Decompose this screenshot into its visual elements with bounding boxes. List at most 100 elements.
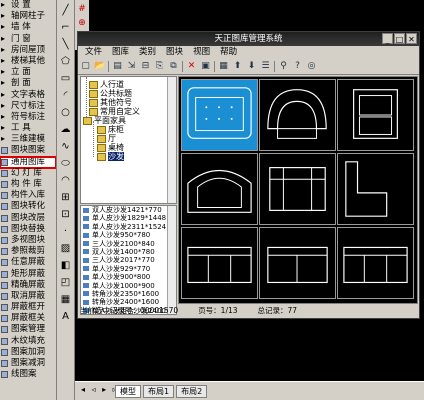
table-tool-icon[interactable]: ▦ (59, 293, 72, 306)
menu-item[interactable]: 任意屏蔽 (0, 257, 56, 268)
tree-node[interactable]: 床柜 (97, 125, 124, 134)
menu-item[interactable]: 屏蔽框开 (0, 302, 56, 313)
menu-view[interactable]: 视图 (188, 46, 215, 59)
spline-tool-icon[interactable]: ∿ (59, 140, 72, 153)
list-item[interactable]: 单人沙发1000*900 (81, 282, 176, 290)
add-category-icon[interactable]: ▤ (112, 61, 123, 72)
menu-item[interactable]: 构件入库 (0, 190, 56, 201)
preview-cell[interactable] (259, 79, 336, 151)
list-item[interactable]: 单人沙发900*800 (81, 273, 176, 281)
gradient-tool-icon[interactable]: ◧ (59, 259, 72, 272)
preview-cell[interactable] (259, 153, 336, 225)
list-item[interactable]: 单人皮沙发2311*1524 (81, 223, 176, 231)
menu-file[interactable]: 文件 (80, 46, 107, 59)
ellipse-arc-icon[interactable]: ◠ (59, 174, 72, 187)
tree-node[interactable]: 桌椅 (97, 143, 124, 152)
tree-node[interactable]: 平面家具 (83, 116, 126, 125)
point-tool-icon[interactable]: · (59, 225, 72, 238)
sort-up-icon[interactable]: ⬆ (232, 61, 243, 72)
rectangle-tool-icon[interactable]: ▭ (59, 72, 72, 85)
dialog-title-bar[interactable]: 天正图库管理系统 _ □ ✕ (78, 32, 419, 46)
menu-item[interactable]: 幻 灯 库 (0, 168, 56, 179)
menu-item[interactable]: 木纹填充 (0, 336, 56, 347)
menu-item[interactable]: 工 具 (0, 122, 56, 134)
menu-item[interactable]: 参照裁剪 (0, 246, 56, 257)
menu-item[interactable]: 轴网柱子 (0, 10, 56, 22)
list-item[interactable]: 三人沙发2100*840 (81, 240, 176, 248)
menu-item[interactable]: 精确屏蔽 (0, 280, 56, 291)
close-button[interactable]: ✕ (406, 33, 417, 44)
menu-item[interactable]: 线图案 (0, 369, 56, 380)
tab-layout2[interactable]: 布局2 (176, 385, 208, 398)
list-view-icon[interactable]: ☰ (260, 61, 271, 72)
menu-item[interactable]: 墙 体 (0, 21, 56, 33)
tree-node[interactable]: 厅 (97, 134, 116, 143)
import-icon[interactable]: ⇲ (126, 61, 137, 72)
tree-node[interactable]: 人行道 (89, 80, 124, 89)
preview-cell[interactable] (337, 79, 414, 151)
copy-icon[interactable]: ⎘ (154, 61, 165, 72)
preview-cell[interactable] (259, 227, 336, 299)
preview-cell[interactable] (337, 153, 414, 225)
polyline-tool-icon[interactable]: ⌐ (59, 21, 72, 34)
block-list[interactable]: 双人皮沙发1421*770 单人皮沙发1829*1448 单人皮沙发2311*152… (80, 205, 177, 315)
menu-item[interactable]: 立 面 (0, 66, 56, 78)
menu-help[interactable]: 帮助 (215, 46, 242, 59)
mtext-tool-icon[interactable]: A (59, 310, 72, 323)
menu-item[interactable]: 图块转化 (0, 201, 56, 212)
menu-category[interactable]: 类别 (134, 46, 161, 59)
list-item[interactable]: 单人沙发929*770 (81, 265, 176, 273)
menu-item[interactable]: 楼梯其他 (0, 55, 56, 67)
tab-model[interactable]: 模型 (115, 385, 141, 398)
region-tool-icon[interactable]: ◰ (59, 276, 72, 289)
open-folder-icon[interactable]: 📂 (94, 61, 105, 72)
preview-cell[interactable] (181, 153, 258, 225)
line-tool-icon[interactable]: ╱ (59, 4, 72, 17)
menu-item[interactable]: 房间屋顶 (0, 44, 56, 56)
preview-cell[interactable] (181, 79, 258, 151)
menu-item[interactable]: 图案减洞 (0, 358, 56, 369)
menu-block[interactable]: 图块 (161, 46, 188, 59)
tree-node[interactable]: 沙发 (97, 152, 124, 161)
arc-tool-icon[interactable]: ◜ (59, 89, 72, 102)
settings-icon[interactable]: ◎ (306, 61, 317, 72)
menu-item[interactable]: 图案管理 (0, 324, 56, 335)
menu-item[interactable]: 剖 面 (0, 77, 56, 89)
menu-item[interactable]: 图块图案 (0, 145, 56, 156)
menu-item[interactable]: 三维建模 (0, 133, 56, 145)
view-mode-icon[interactable]: ▦ (218, 61, 229, 72)
insert-block-icon[interactable]: ⊞ (59, 191, 72, 204)
menu-item[interactable]: 图块改层 (0, 213, 56, 224)
menu-item[interactable]: 构 件 库 (0, 179, 56, 190)
paste-icon[interactable]: ⧉ (168, 61, 179, 72)
menu-item[interactable]: 矩形屏蔽 (0, 269, 56, 280)
make-block-icon[interactable]: ⊡ (59, 208, 72, 221)
menu-item[interactable]: 图块替换 (0, 224, 56, 235)
list-item[interactable]: 单人皮沙发1829*1448 (81, 214, 176, 222)
hatch-tool-icon[interactable]: ▨ (59, 242, 72, 255)
construction-line-icon[interactable]: ╲ (59, 38, 72, 51)
circle-tool-icon[interactable]: ○ (59, 106, 72, 119)
list-item[interactable]: 三人沙发2017*770 (81, 256, 176, 264)
batch-icon[interactable]: ⊟ (140, 61, 151, 72)
menu-library[interactable]: 图库 (107, 46, 134, 59)
list-scrollbar[interactable] (167, 206, 176, 314)
preview-cell[interactable] (337, 227, 414, 299)
delete-icon[interactable]: ✕ (186, 61, 197, 72)
snap-icon[interactable]: # (77, 4, 87, 14)
search-icon[interactable]: ⚲ (278, 61, 289, 72)
menu-item[interactable]: 符号标注 (0, 111, 56, 123)
tab-nav-arrows[interactable]: ◂ ◃ ▸ ▹ (81, 385, 119, 394)
menu-item[interactable]: 尺寸标注 (0, 100, 56, 112)
preview-cell[interactable] (181, 227, 258, 299)
tab-layout1[interactable]: 布局1 (143, 385, 175, 398)
list-item[interactable]: 单人沙发950*780 (81, 231, 176, 239)
menu-item[interactable]: 通用图库 (0, 155, 56, 169)
tree-node[interactable]: 其他符号 (89, 98, 132, 107)
polygon-tool-icon[interactable]: ⬠ (59, 55, 72, 68)
maximize-button[interactable]: □ (394, 33, 405, 44)
category-tree[interactable]: 人行道 公共标题 其他符号 常用自定义 平面家具 床柜厅桌椅 沙发 (80, 76, 177, 204)
revision-cloud-icon[interactable]: ☁ (59, 123, 72, 136)
block-edit-icon[interactable]: ▣ (200, 61, 211, 72)
menu-item[interactable]: 图案加洞 (0, 347, 56, 358)
